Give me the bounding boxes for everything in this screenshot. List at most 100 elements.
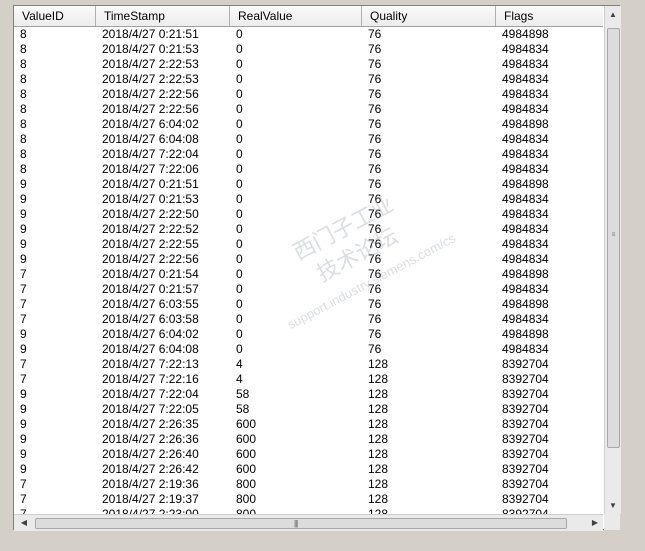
column-header-valueid[interactable]: ValueID [14,6,96,26]
table-row[interactable]: 8 2018/4/27 7:22:06 0 76 4984834 [14,162,603,177]
table-row[interactable]: 9 2018/4/27 0:21:53 0 76 4984834 [14,192,603,207]
cell-realvalue: 0 [236,162,243,176]
cell-timestamp: 2018/4/27 2:22:55 [102,237,199,251]
table-row[interactable]: 8 2018/4/27 6:04:02 0 76 4984898 [14,117,603,132]
table-row[interactable]: 9 2018/4/27 7:22:04 58 128 8392704 [14,387,603,402]
table-row[interactable]: 9 2018/4/27 2:26:42 600 128 8392704 [14,462,603,477]
table-row[interactable]: 7 2018/4/27 7:22:16 4 128 8392704 [14,372,603,387]
cell-flags: 8392704 [502,402,549,416]
cell-timestamp: 2018/4/27 2:22:53 [102,57,199,71]
cell-valueid: 8 [20,72,27,86]
cell-realvalue: 0 [236,72,243,86]
scroll-left-icon[interactable]: ◀ [17,515,31,531]
cell-quality: 76 [368,297,382,311]
cell-valueid: 9 [20,252,27,266]
table-row[interactable]: 7 2018/4/27 6:03:58 0 76 4984834 [14,312,603,327]
cell-flags: 4984834 [502,132,549,146]
table-row[interactable]: 9 2018/4/27 2:26:35 600 128 8392704 [14,417,603,432]
cell-quality: 76 [368,162,382,176]
table-row[interactable]: 9 2018/4/27 2:22:52 0 76 4984834 [14,222,603,237]
cell-realvalue: 0 [236,267,243,281]
cell-timestamp: 2018/4/27 2:22:56 [102,102,199,116]
cell-realvalue: 600 [236,417,257,431]
table-row[interactable]: 8 2018/4/27 0:21:51 0 76 4984898 [14,27,603,42]
cell-timestamp: 2018/4/27 7:22:05 [102,402,199,416]
cell-flags: 4984834 [502,57,549,71]
cell-realvalue: 0 [236,342,243,356]
horizontal-scroll-thumb[interactable]: ||| [35,518,567,529]
cell-quality: 76 [368,72,382,86]
cell-timestamp: 2018/4/27 2:19:37 [102,492,199,506]
cell-timestamp: 2018/4/27 6:03:58 [102,312,199,326]
vertical-scrollbar[interactable]: ▲ ≡ ▼ [604,6,621,514]
table-row[interactable]: 8 2018/4/27 0:21:53 0 76 4984834 [14,42,603,57]
cell-flags: 4984834 [502,147,549,161]
data-grid[interactable]: ValueID TimeStamp RealValue Quality Flag… [13,5,621,531]
table-row[interactable]: 8 2018/4/27 2:22:56 0 76 4984834 [14,102,603,117]
cell-timestamp: 2018/4/27 2:26:40 [102,447,199,461]
table-row[interactable]: 9 2018/4/27 2:22:50 0 76 4984834 [14,207,603,222]
table-row[interactable]: 9 2018/4/27 6:04:08 0 76 4984834 [14,342,603,357]
cell-timestamp: 2018/4/27 2:23:00 [102,507,199,514]
table-row[interactable]: 7 2018/4/27 7:22:13 4 128 8392704 [14,357,603,372]
cell-timestamp: 2018/4/27 6:04:08 [102,342,199,356]
column-header-timestamp[interactable]: TimeStamp [96,6,230,26]
cell-flags: 4984834 [502,342,549,356]
cell-flags: 8392704 [502,372,549,386]
table-row[interactable]: 7 2018/4/27 0:21:57 0 76 4984834 [14,282,603,297]
cell-realvalue: 0 [236,237,243,251]
table-row[interactable]: 9 2018/4/27 2:22:55 0 76 4984834 [14,237,603,252]
cell-realvalue: 800 [236,477,257,491]
cell-valueid: 8 [20,147,27,161]
table-row[interactable]: 9 2018/4/27 6:04:02 0 76 4984898 [14,327,603,342]
table-row[interactable]: 8 2018/4/27 2:22:53 0 76 4984834 [14,57,603,72]
cell-flags: 4984834 [502,162,549,176]
table-row[interactable]: 8 2018/4/27 6:04:08 0 76 4984834 [14,132,603,147]
cell-realvalue: 4 [236,357,243,371]
cell-flags: 8392704 [502,507,549,514]
table-row[interactable]: 8 2018/4/27 2:22:53 0 76 4984834 [14,72,603,87]
horizontal-scrollbar[interactable]: ◀ ||| ▶ [14,514,603,531]
table-row[interactable]: 9 2018/4/27 7:22:05 58 128 8392704 [14,402,603,417]
cell-valueid: 8 [20,57,27,71]
cell-timestamp: 2018/4/27 7:22:06 [102,162,199,176]
cell-valueid: 7 [20,312,27,326]
cell-quality: 76 [368,117,382,131]
table-row[interactable]: 9 2018/4/27 2:26:40 600 128 8392704 [14,447,603,462]
table-row[interactable]: 7 2018/4/27 2:19:36 800 128 8392704 [14,477,603,492]
column-header-quality[interactable]: Quality [362,6,496,26]
cell-quality: 128 [368,432,389,446]
table-row[interactable]: 7 2018/4/27 6:03:55 0 76 4984898 [14,297,603,312]
cell-realvalue: 0 [236,252,243,266]
cell-flags: 4984898 [502,297,549,311]
cell-quality: 76 [368,252,382,266]
cell-flags: 4984834 [502,102,549,116]
table-row[interactable]: 7 2018/4/27 0:21:54 0 76 4984898 [14,267,603,282]
vertical-scroll-thumb[interactable]: ≡ [607,28,620,448]
cell-timestamp: 2018/4/27 7:22:04 [102,387,199,401]
cell-flags: 4984898 [502,327,549,341]
table-row[interactable]: 9 2018/4/27 0:21:51 0 76 4984898 [14,177,603,192]
table-row[interactable]: 8 2018/4/27 7:22:04 0 76 4984834 [14,147,603,162]
table-row[interactable]: 9 2018/4/27 2:26:36 600 128 8392704 [14,432,603,447]
scroll-up-icon[interactable]: ▲ [605,6,621,23]
grid-viewport: ValueID TimeStamp RealValue Quality Flag… [14,6,603,514]
scroll-right-icon[interactable]: ▶ [588,515,602,531]
cell-realvalue: 58 [236,387,250,401]
cell-valueid: 9 [20,402,27,416]
cell-valueid: 9 [20,447,27,461]
cell-quality: 76 [368,57,382,71]
table-row[interactable]: 7 2018/4/27 2:19:37 800 128 8392704 [14,492,603,507]
cell-quality: 128 [368,492,389,506]
cell-quality: 128 [368,462,389,476]
column-header-flags[interactable]: Flags [496,6,603,26]
column-header-realvalue[interactable]: RealValue [230,6,362,26]
cell-valueid: 8 [20,42,27,56]
cell-flags: 4984898 [502,117,549,131]
table-row[interactable]: 9 2018/4/27 2:22:56 0 76 4984834 [14,252,603,267]
table-row[interactable]: 8 2018/4/27 2:22:56 0 76 4984834 [14,87,603,102]
table-row[interactable]: 7 2018/4/27 2:23:00 800 128 8392704 [14,507,603,514]
cell-quality: 76 [368,42,382,56]
scroll-down-icon[interactable]: ▼ [605,497,621,514]
cell-quality: 128 [368,372,389,386]
